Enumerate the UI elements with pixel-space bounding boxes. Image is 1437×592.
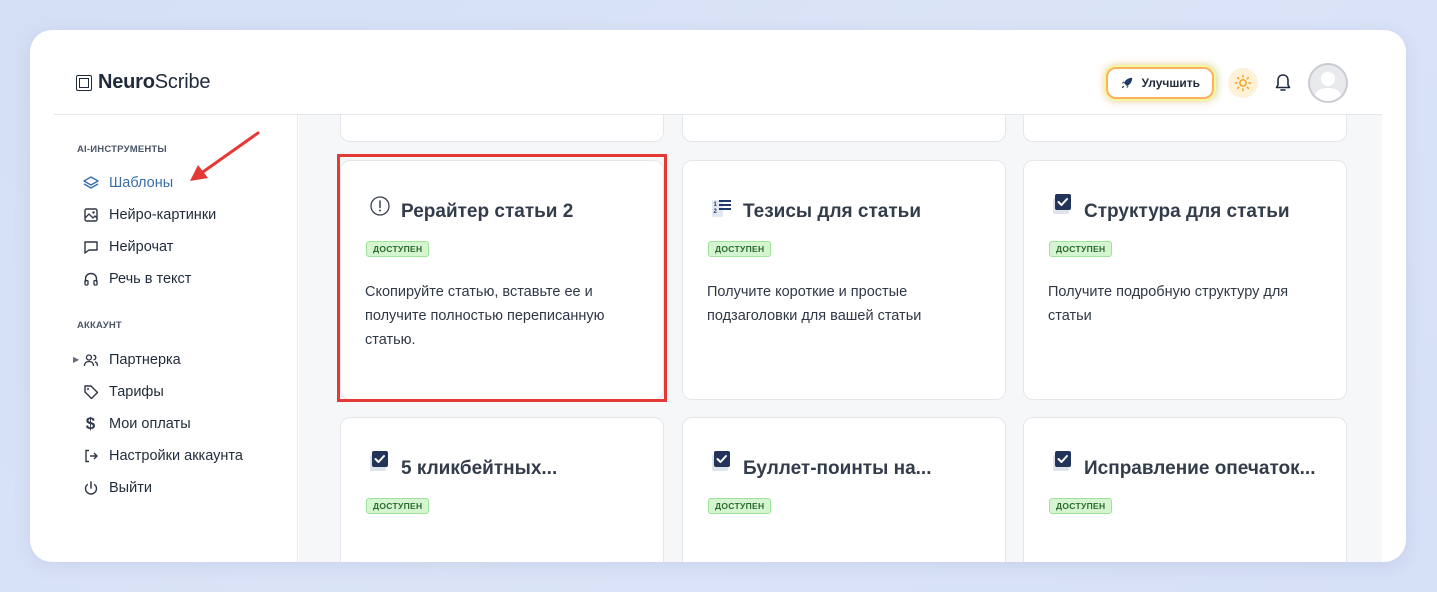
sidebar-item-partners[interactable]: ▶ Партнерка xyxy=(73,351,181,368)
status-badge: ДОСТУПЕН xyxy=(708,241,772,257)
sidebar-item-payments[interactable]: $ Мои оплаты xyxy=(82,413,191,433)
chat-icon xyxy=(82,238,99,255)
status-badge: ДОСТУПЕН xyxy=(1049,241,1113,257)
card-title: Структура для статьи xyxy=(1084,201,1290,222)
template-card-structure[interactable]: Структура для статьи ДОСТУПЕН Получите п… xyxy=(1023,160,1347,400)
image-icon xyxy=(82,206,99,223)
card-title: Исправление опечаток... xyxy=(1084,458,1316,479)
app-logo[interactable]: NeuroScribe xyxy=(76,71,210,94)
logo-icon xyxy=(76,74,92,91)
sidebar-item-templates[interactable]: Шаблоны xyxy=(82,174,173,191)
logo-text: NeuroScribe xyxy=(98,71,211,93)
power-icon xyxy=(82,479,99,496)
sidebar-item-label: Партнерка xyxy=(109,351,181,368)
theme-toggle[interactable] xyxy=(1228,68,1258,98)
sidebar-item-label: Нейрочат xyxy=(109,238,174,255)
checkbox-icon xyxy=(712,451,730,471)
dollar-icon: $ xyxy=(85,413,96,433)
rocket-icon xyxy=(1121,77,1132,89)
bell-icon xyxy=(1275,74,1291,91)
avatar[interactable] xyxy=(1308,63,1348,103)
app-window: NeuroScribe Улучшить AI-ИНСТРУМЕНТЫ Шабл… xyxy=(30,30,1406,562)
card-description: Получите подробную структуру для статьи xyxy=(1048,284,1289,324)
sidebar-item-label: Мои оплаты xyxy=(109,415,191,432)
template-card-theses[interactable]: 1 2 Тезисы для статьи ДОСТУПЕН Получите … xyxy=(682,160,1006,400)
sidebar-item-label: Тарифы xyxy=(109,383,164,400)
card-title: Буллет-поинты на... xyxy=(743,458,932,479)
checkbox-icon xyxy=(370,451,388,471)
status-badge: ДОСТУПЕН xyxy=(708,498,772,514)
highlight-frame xyxy=(337,154,667,402)
template-card-partial[interactable] xyxy=(1023,115,1347,142)
checkbox-icon xyxy=(1053,194,1071,214)
sidebar: AI-ИНСТРУМЕНТЫ Шаблоны Нейро-картинки Не… xyxy=(30,115,298,562)
card-description: Получите короткие и простые подзаголовки… xyxy=(707,284,922,324)
sidebar-item-neurochat[interactable]: Нейрочат xyxy=(82,238,173,255)
sidebar-item-label: Речь в текст xyxy=(109,270,192,287)
users-icon xyxy=(82,351,99,368)
sidebar-item-label: Настройки аккаунта xyxy=(109,447,243,464)
sidebar-item-logout[interactable]: Выйти xyxy=(82,479,152,496)
upgrade-label: Улучшить xyxy=(1141,76,1200,90)
template-card-partial[interactable] xyxy=(682,115,1006,142)
status-badge: ДОСТУПЕН xyxy=(366,498,430,514)
header-actions: Улучшить xyxy=(1105,63,1348,103)
upgrade-button[interactable]: Улучшить xyxy=(1105,67,1214,99)
template-card-bullet-points[interactable]: Буллет-поинты на... ДОСТУПЕН xyxy=(682,417,1006,562)
notifications-button[interactable] xyxy=(1272,72,1294,94)
status-badge: ДОСТУПЕН xyxy=(1049,498,1113,514)
card-title: Тезисы для статьи xyxy=(743,201,922,222)
sun-icon xyxy=(1234,74,1252,92)
card-title: 5 кликбейтных... xyxy=(401,458,558,479)
section-title-account: АККАУНТ xyxy=(77,320,122,331)
headphones-icon xyxy=(82,270,99,287)
expand-caret-icon[interactable]: ▶ xyxy=(73,355,79,364)
numbered-list-icon: 1 2 xyxy=(712,200,731,217)
section-title-tools: AI-ИНСТРУМЕНТЫ xyxy=(77,144,167,155)
sidebar-item-label: Шаблоны xyxy=(109,174,174,191)
tag-icon xyxy=(82,383,99,400)
layers-icon xyxy=(82,174,99,191)
checkbox-icon xyxy=(1053,451,1071,471)
user-avatar-icon xyxy=(1314,72,1342,101)
template-card-typo-fix[interactable]: Исправление опечаток... ДОСТУПЕН xyxy=(1023,417,1347,562)
sidebar-item-speech-to-text[interactable]: Речь в текст xyxy=(82,270,191,287)
template-card-clickbait[interactable]: 5 кликбейтных... ДОСТУПЕН xyxy=(340,417,664,562)
sidebar-item-tariffs[interactable]: Тарифы xyxy=(82,383,164,400)
template-card-partial[interactable] xyxy=(340,115,664,142)
sidebar-item-label: Нейро-картинки xyxy=(109,206,217,223)
sidebar-item-label: Выйти xyxy=(109,479,152,496)
sidebar-item-neuro-images[interactable]: Нейро-картинки xyxy=(82,206,216,223)
sidebar-item-account-settings[interactable]: Настройки аккаунта xyxy=(82,447,243,464)
login-icon xyxy=(82,447,99,464)
